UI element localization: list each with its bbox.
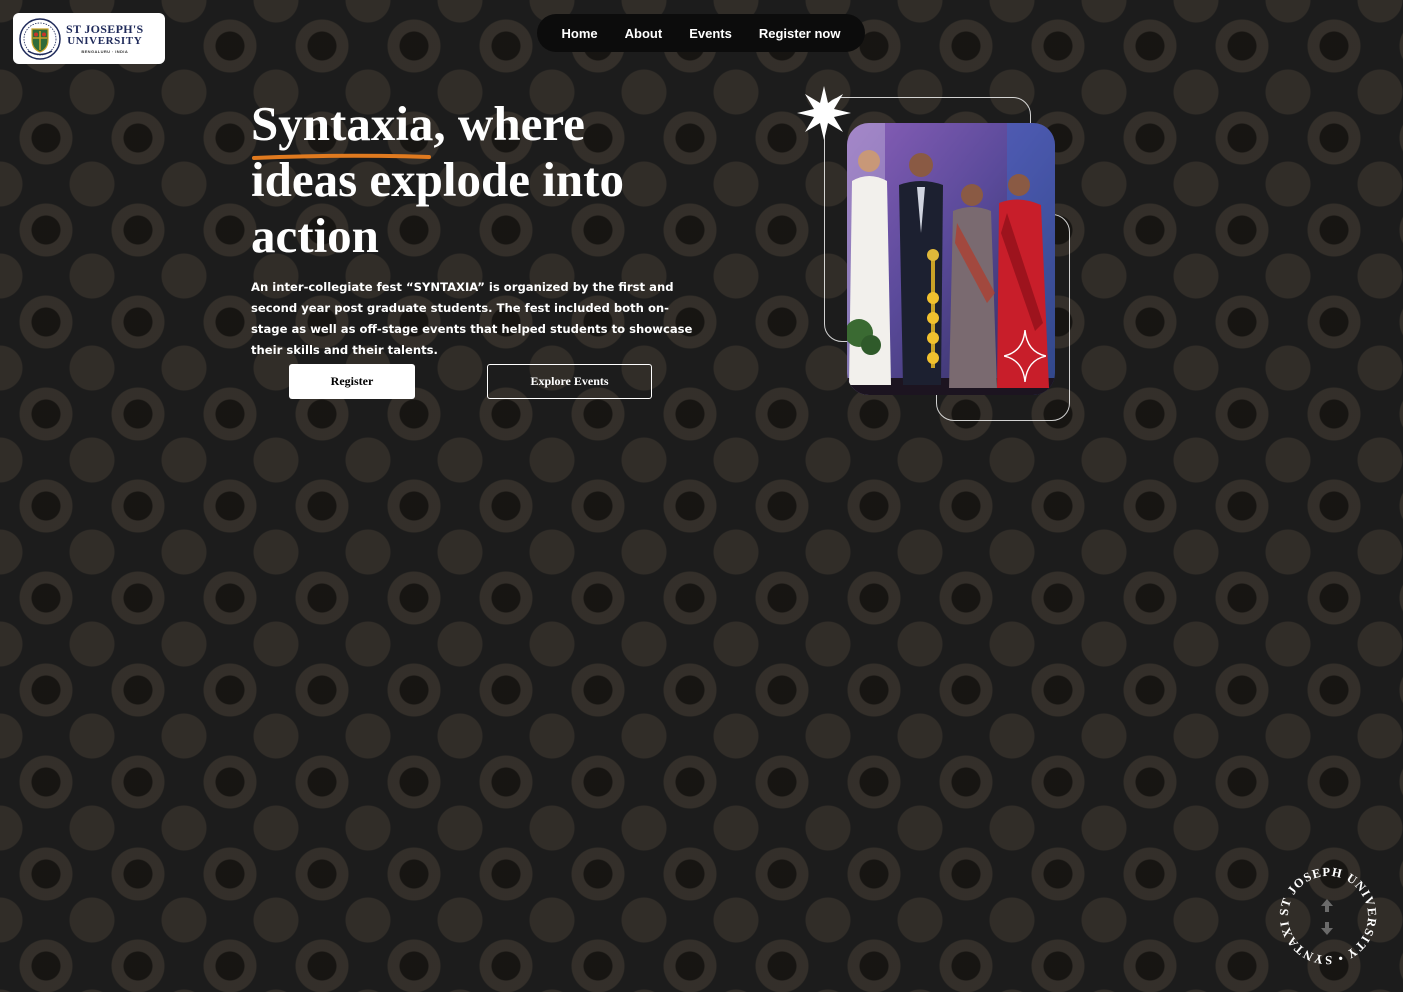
logo-line-3: BENGALURU · INDIA [81, 49, 129, 54]
syntaxia-badge[interactable]: ST JOSEPH UNIVERSITY • SYNTAXIA • 2025 • [1277, 862, 1379, 970]
svg-text:ST JOSEPH UNIVERSITY • SYNTAXI: ST JOSEPH UNIVERSITY • SYNTAXIA • 2025 • [1277, 862, 1379, 967]
hero-description: An inter-collegiate fest “SYNTAXIA” is o… [251, 280, 693, 357]
title-underline [252, 153, 431, 160]
explore-events-button[interactable]: Explore Events [487, 364, 652, 399]
nav-home[interactable]: Home [562, 26, 598, 41]
nav-about[interactable]: About [625, 26, 663, 41]
hero-title-line-3: action [251, 208, 379, 263]
badge-circular-text: ST JOSEPH UNIVERSITY • SYNTAXIA • 2025 • [1277, 862, 1378, 967]
nav-events[interactable]: Events [689, 26, 732, 41]
university-logo[interactable]: ST JOSEPH'S UNIVERSITY BENGALURU · INDIA [13, 13, 165, 64]
hero-title-line-1: Syntaxia, where [251, 96, 585, 151]
logo-line-1: ST JOSEPH'S [66, 22, 144, 36]
eight-point-star-icon [797, 86, 851, 140]
main-nav: Home About Events Register now [537, 14, 865, 52]
hero-title: Syntaxia, where ideas explode into actio… [251, 96, 721, 264]
register-button[interactable]: Register [289, 364, 415, 399]
logo-text: ST JOSEPH'S UNIVERSITY BENGALURU · INDIA [66, 23, 143, 54]
scroll-arrows-icon [1321, 899, 1333, 935]
nav-register-now[interactable]: Register now [759, 26, 841, 41]
university-crest-icon [19, 17, 61, 60]
logo-line-2: UNIVERSITY [67, 35, 143, 47]
sparkle-icon [1004, 330, 1046, 382]
